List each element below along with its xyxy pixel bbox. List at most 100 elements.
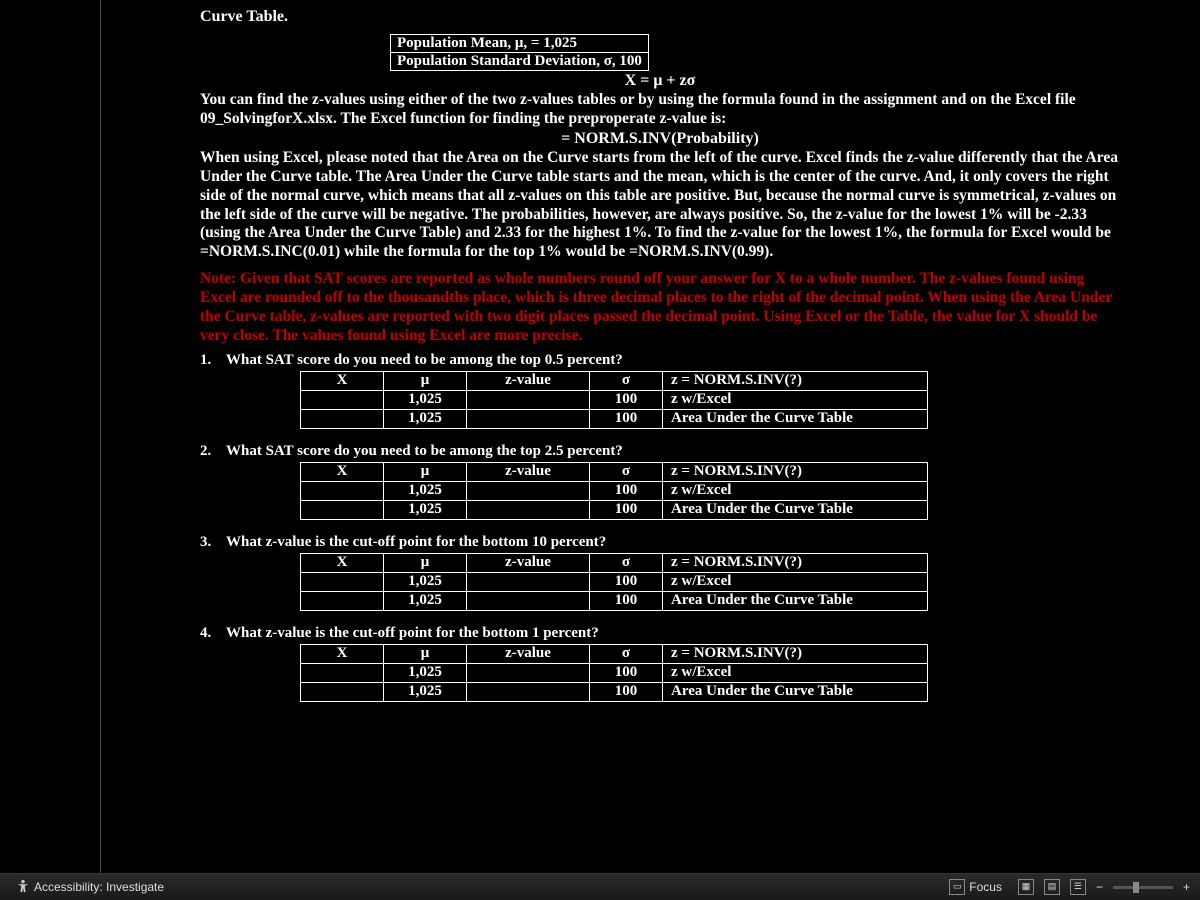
q3-table: X μ z-value σ z = NORM.S.INV(?) 1,025 10… [300,553,928,611]
q4-number: 4. [200,625,226,642]
note-paragraph: Note: Given that SAT scores are reported… [200,270,1120,346]
table-row: 1,025 100 z w/Excel [301,481,928,500]
th-desc: z = NORM.S.INV(?) [663,371,928,390]
q2-table: X μ z-value σ z = NORM.S.INV(?) 1,025 10… [300,462,928,520]
param-stddev: Population Standard Deviation, σ, 100 [391,52,648,70]
q3-text: What z-value is the cut-off point for th… [226,534,606,550]
th-desc: z = NORM.S.INV(?) [663,462,928,481]
cell-desc: z w/Excel [663,390,928,409]
cell-mu: 1,025 [384,682,467,701]
question-2: 2.What SAT score do you need to be among… [200,443,1120,460]
th-mu: μ [384,462,467,481]
th-x: X [301,644,384,663]
table-row: 1,025 100 Area Under the Curve Table [301,682,928,701]
cell-desc: Area Under the Curve Table [663,409,928,428]
table-row: 1,025 100 Area Under the Curve Table [301,500,928,519]
table-row: 1,025 100 z w/Excel [301,572,928,591]
cell-mu: 1,025 [384,390,467,409]
th-sigma: σ [590,371,663,390]
th-mu: μ [384,644,467,663]
table-header-row: X μ z-value σ z = NORM.S.INV(?) [301,644,928,663]
th-desc: z = NORM.S.INV(?) [663,553,928,572]
question-4: 4.What z-value is the cut-off point for … [200,625,1120,642]
table-row: 1,025 100 Area Under the Curve Table [301,591,928,610]
cell-z [467,572,590,591]
zoom-out-button[interactable]: − [1096,880,1103,894]
cell-mu: 1,025 [384,591,467,610]
q4-table: X μ z-value σ z = NORM.S.INV(?) 1,025 10… [300,644,928,702]
th-x: X [301,553,384,572]
cell-sigma: 100 [590,390,663,409]
accessibility-icon [16,879,30,896]
th-sigma: σ [590,462,663,481]
cell-desc: z w/Excel [663,481,928,500]
cell-mu: 1,025 [384,572,467,591]
th-mu: μ [384,371,467,390]
th-desc: z = NORM.S.INV(?) [663,644,928,663]
th-x: X [301,462,384,481]
parameters-box: Population Mean, μ, = 1,025 Population S… [390,34,649,71]
cell-z [467,390,590,409]
cell-desc: Area Under the Curve Table [663,500,928,519]
status-bar: Accessibility: Investigate ▭ Focus ▦ ▤ ☰… [0,873,1200,900]
zoom-slider[interactable] [1113,886,1173,889]
focus-label: Focus [969,880,1002,894]
cell-z [467,682,590,701]
cell-x [301,409,384,428]
section-title: Curve Table. [200,0,1120,34]
q2-number: 2. [200,443,226,460]
q3-number: 3. [200,534,226,551]
table-header-row: X μ z-value σ z = NORM.S.INV(?) [301,371,928,390]
table-row: 1,025 100 z w/Excel [301,663,928,682]
accessibility-button[interactable]: Accessibility: Investigate [10,877,170,898]
cell-mu: 1,025 [384,500,467,519]
zoom-in-button[interactable]: + [1183,880,1190,894]
cell-x [301,390,384,409]
table-header-row: X μ z-value σ z = NORM.S.INV(?) [301,462,928,481]
cell-x [301,663,384,682]
cell-sigma: 100 [590,409,663,428]
q1-text: What SAT score do you need to be among t… [226,352,623,368]
q4-text: What z-value is the cut-off point for th… [226,625,599,641]
web-layout-icon[interactable]: ☰ [1070,879,1086,895]
cell-sigma: 100 [590,682,663,701]
cell-sigma: 100 [590,481,663,500]
cell-z [467,409,590,428]
cell-x [301,591,384,610]
paragraph-2: When using Excel, please noted that the … [200,149,1120,262]
cell-z [467,591,590,610]
cell-desc: Area Under the Curve Table [663,591,928,610]
cell-desc: Area Under the Curve Table [663,682,928,701]
print-layout-icon[interactable]: ▦ [1018,879,1034,895]
th-x: X [301,371,384,390]
th-mu: μ [384,553,467,572]
focus-button[interactable]: ▭ Focus [943,877,1008,897]
cell-mu: 1,025 [384,481,467,500]
cell-mu: 1,025 [384,409,467,428]
th-sigma: σ [590,553,663,572]
cell-desc: z w/Excel [663,572,928,591]
cell-desc: z w/Excel [663,663,928,682]
cell-z [467,500,590,519]
accessibility-label: Accessibility: Investigate [34,880,164,894]
cell-x [301,481,384,500]
focus-icon: ▭ [949,879,965,895]
q1-table: X μ z-value σ z = NORM.S.INV(?) 1,025 10… [300,371,928,429]
document-body: Curve Table. Population Mean, μ, = 1,025… [0,0,1120,702]
table-row: 1,025 100 z w/Excel [301,390,928,409]
page-margin-rule [100,0,101,874]
th-zvalue: z-value [467,644,590,663]
cell-sigma: 100 [590,572,663,591]
table-row: 1,025 100 Area Under the Curve Table [301,409,928,428]
param-mean: Population Mean, μ, = 1,025 [391,35,648,52]
formula: X = μ + zσ [200,72,1120,90]
cell-sigma: 100 [590,591,663,610]
cell-sigma: 100 [590,500,663,519]
read-mode-icon[interactable]: ▤ [1044,879,1060,895]
q1-number: 1. [200,352,226,369]
th-zvalue: z-value [467,462,590,481]
cell-x [301,572,384,591]
cell-mu: 1,025 [384,663,467,682]
excel-function: = NORM.S.INV(Probability) [200,130,1120,148]
question-1: 1.What SAT score do you need to be among… [200,352,1120,369]
